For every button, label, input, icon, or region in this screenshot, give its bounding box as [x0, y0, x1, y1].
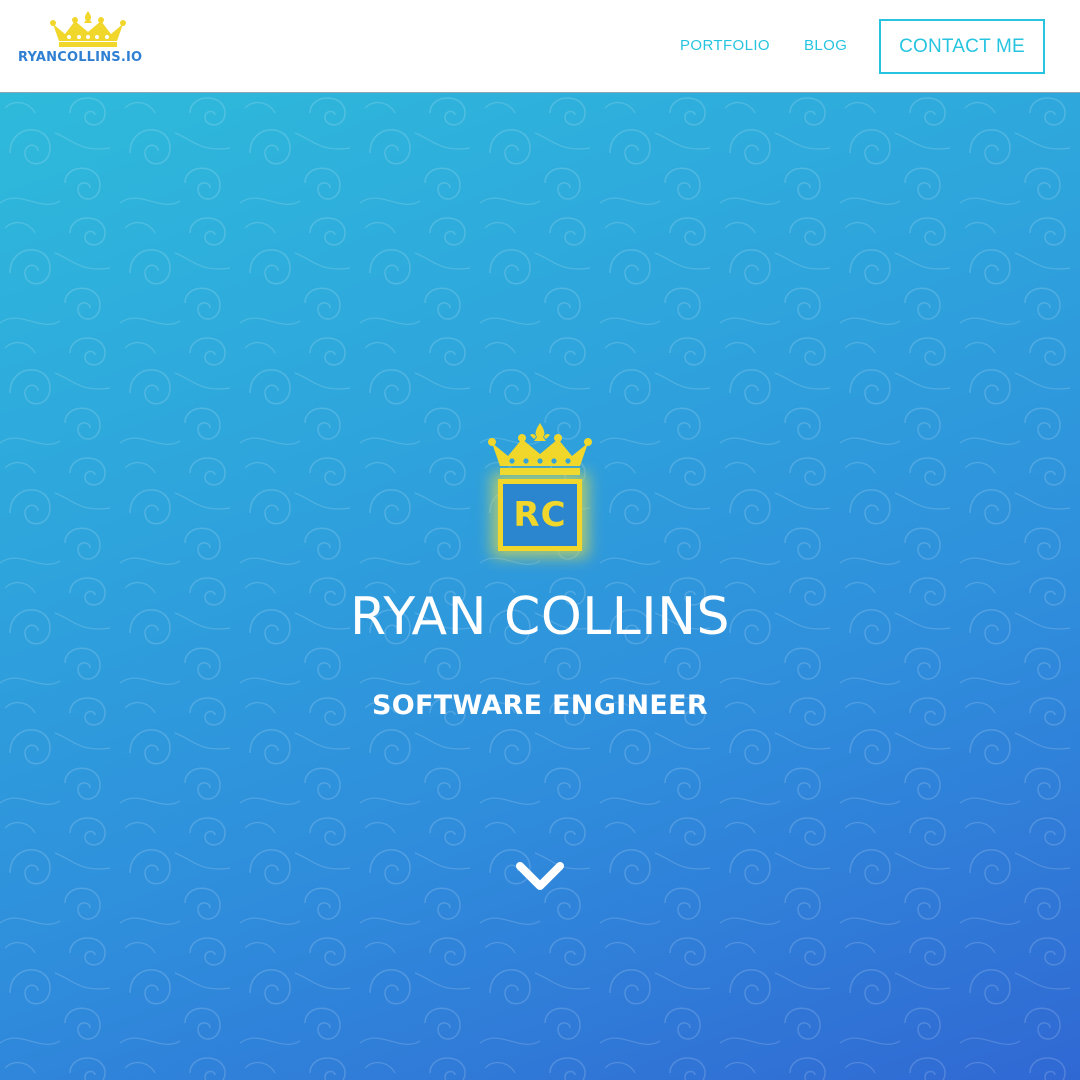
rc-logo: RC: [486, 423, 594, 573]
rc-badge: RC: [498, 479, 582, 551]
nav-blog-link[interactable]: BLOG: [804, 37, 847, 54]
rc-badge-text: RC: [513, 495, 567, 535]
hero-subtitle: SOFTWARE ENGINEER: [372, 690, 708, 721]
crown-icon: [488, 423, 592, 475]
hero-section: RC RYAN COLLINS SOFTWARE ENGINEER: [0, 93, 1080, 1080]
brand-logo-link[interactable]: RYANCOLLINS.IO: [18, 8, 163, 68]
contact-me-button[interactable]: CONTACT ME: [879, 19, 1045, 74]
navbar: RYANCOLLINS.IO PORTFOLIO BLOG CONTACT ME: [0, 0, 1080, 93]
scroll-down-button[interactable]: [515, 858, 565, 898]
brand-name: RYANCOLLINS.IO: [18, 50, 143, 65]
hero-title: RYAN COLLINS: [350, 587, 730, 647]
chevron-down-icon: [516, 862, 564, 890]
nav-portfolio-link[interactable]: PORTFOLIO: [680, 37, 770, 54]
page: RYANCOLLINS.IO PORTFOLIO BLOG CONTACT ME: [0, 0, 1080, 1080]
crown-icon: [50, 11, 126, 47]
